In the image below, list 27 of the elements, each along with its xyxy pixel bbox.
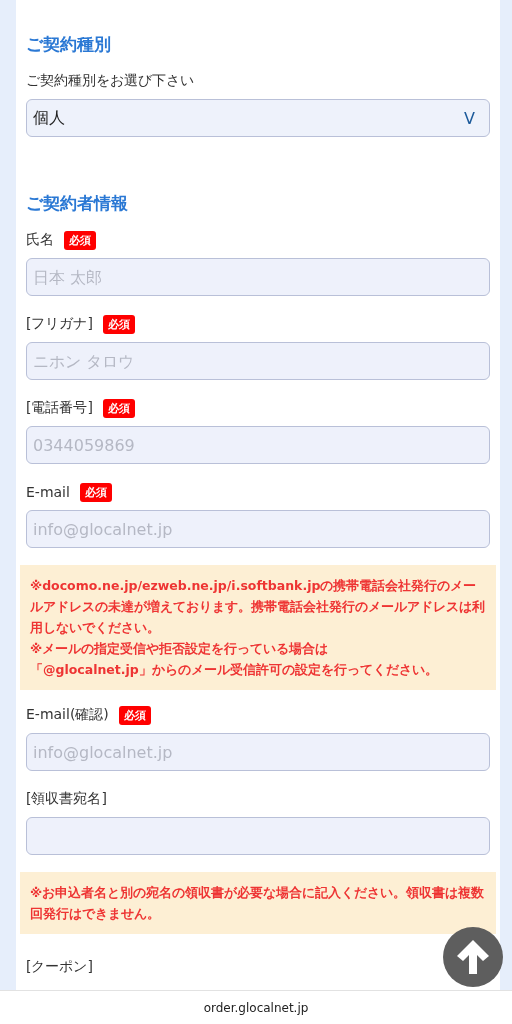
- notice-text: ※メールの指定受信や拒否設定を行っている場合は: [30, 640, 330, 658]
- required-badge: 必須: [102, 314, 135, 334]
- section-heading: ご契約種別: [26, 33, 112, 56]
- required-badge: 必須: [79, 482, 112, 502]
- input-field[interactable]: info@glocalnet.jp: [26, 733, 490, 771]
- section-heading: ご契約者情報: [26, 192, 129, 215]
- field-label: ご契約種別をお選び下さい: [26, 72, 194, 90]
- required-badge: 必須: [118, 705, 151, 725]
- input-field[interactable]: ニホン タロウ: [26, 342, 490, 380]
- notice-text: 「@glocalnet.jp」からのメール受信許可の設定を行ってください。: [30, 661, 439, 679]
- input-field[interactable]: [26, 817, 490, 855]
- input-field[interactable]: 日本 太郎: [26, 258, 490, 296]
- field-label: [クーポン]: [26, 958, 93, 976]
- field-label: E-mail: [26, 484, 70, 500]
- field-label: [領収書宛名]: [26, 790, 107, 808]
- notice-text: ※docomo.ne.jp/ezweb.ne.jp/i.softbank.jpの携帯電話会社発行のメールアドレスの未達が増えております。携帯電話会社発行のメールアドレスは利用しないでください。: [30, 577, 486, 637]
- field-label: E-mail(確認): [26, 706, 109, 724]
- contract-type-select[interactable]: 個人 V: [26, 99, 490, 137]
- input-field[interactable]: 0344059869: [26, 426, 490, 464]
- required-badge: 必須: [102, 398, 135, 418]
- field-label: [フリガナ]: [26, 315, 93, 333]
- required-badge: 必須: [64, 230, 96, 250]
- field-label: [電話番号]: [26, 399, 93, 417]
- input-field[interactable]: info@glocalnet.jp: [26, 510, 490, 548]
- field-label: 氏名: [26, 231, 54, 249]
- notice-text: ※お申込者名と別の宛名の領収書が必要な場合に記入ください。領収書は複数回発行はできません。: [30, 884, 486, 923]
- url-text[interactable]: order.glocalnet.jp: [203, 1000, 309, 1015]
